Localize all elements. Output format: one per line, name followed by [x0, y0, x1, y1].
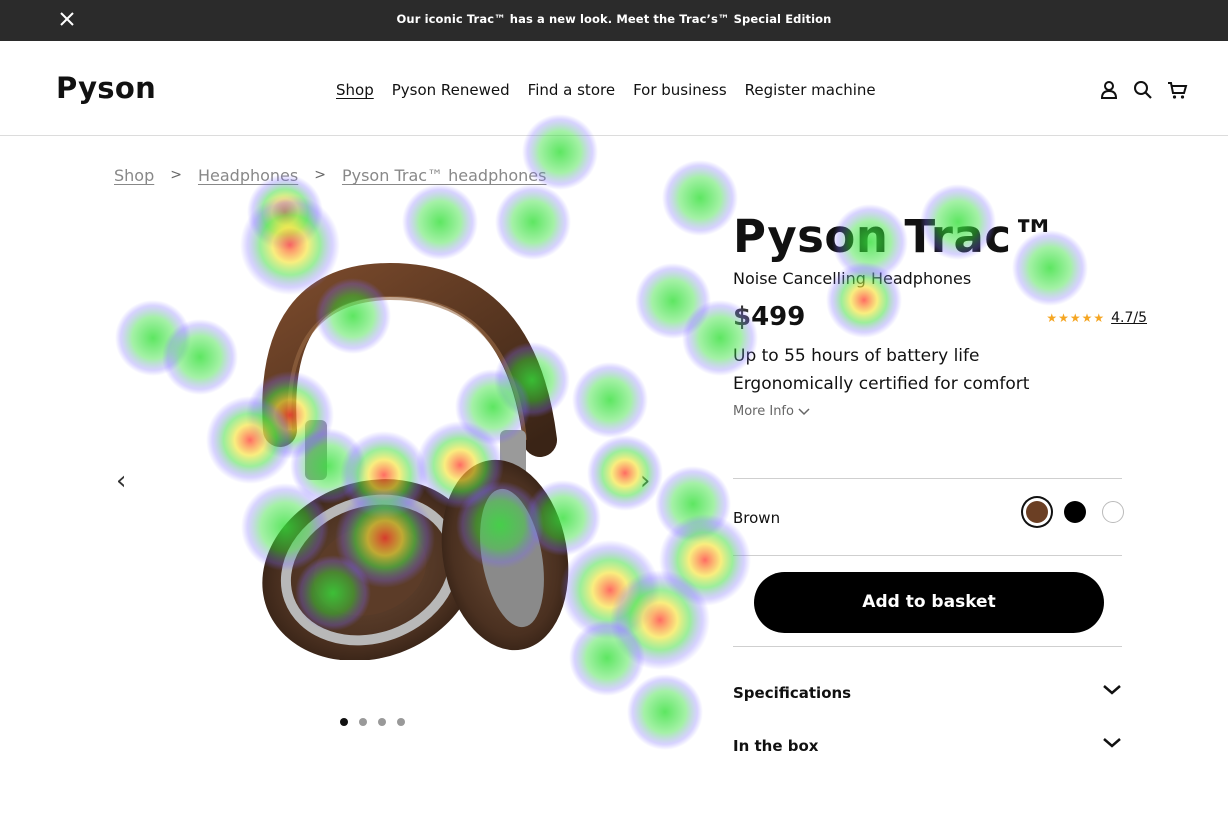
- feature-battery: Up to 55 hours of battery life: [733, 346, 980, 366]
- logo[interactable]: Pyson: [56, 71, 156, 105]
- accordion-specifications[interactable]: Specifications: [733, 684, 1122, 702]
- breadcrumb-headphones[interactable]: Headphones: [198, 166, 298, 185]
- main-nav: Shop Pyson Renewed Find a store For busi…: [336, 81, 876, 99]
- star-rating-icon: ★★★★★: [1046, 311, 1106, 325]
- swatch-white[interactable]: [1102, 501, 1124, 523]
- nav-register-machine[interactable]: Register machine: [745, 81, 876, 99]
- color-swatches: [1020, 501, 1124, 523]
- accordion-in-the-box[interactable]: In the box: [733, 737, 1122, 755]
- breadcrumb-separator-icon: >: [314, 167, 326, 183]
- gallery-dot[interactable]: [340, 718, 348, 726]
- announcement-bar: Our iconic Trac™ has a new look. Meet th…: [0, 0, 1228, 41]
- divider: [733, 555, 1122, 556]
- breadcrumb-separator-icon: >: [170, 167, 182, 183]
- chevron-down-icon: [1103, 685, 1121, 695]
- more-info-toggle[interactable]: More Info: [733, 404, 810, 419]
- divider: [733, 646, 1122, 647]
- chevron-left-icon[interactable]: ‹: [116, 466, 126, 496]
- nav-pyson-renewed[interactable]: Pyson Renewed: [392, 81, 510, 99]
- add-to-basket-button[interactable]: Add to basket: [754, 572, 1104, 633]
- header-icons: [1098, 79, 1188, 101]
- breadcrumb: Shop > Headphones > Pyson Trac™ headphon…: [114, 166, 546, 185]
- feature-comfort: Ergonomically certified for comfort: [733, 374, 1030, 394]
- search-icon[interactable]: [1132, 79, 1154, 101]
- breadcrumb-shop[interactable]: Shop: [114, 166, 154, 185]
- nav-for-business[interactable]: For business: [633, 81, 727, 99]
- gallery-dot[interactable]: [359, 718, 367, 726]
- selected-color-label: Brown: [733, 509, 781, 527]
- gallery-dot[interactable]: [397, 718, 405, 726]
- product-image: [262, 262, 569, 660]
- accordion-specifications-label: Specifications: [733, 684, 852, 702]
- breadcrumb-product[interactable]: Pyson Trac™ headphones: [342, 166, 547, 185]
- product-rating: ★★★★★ 4.7/5: [1046, 310, 1147, 326]
- more-info-label: More Info: [733, 404, 794, 419]
- accordion-in-the-box-label: In the box: [733, 737, 819, 755]
- price-value: 499: [751, 302, 806, 332]
- nav-shop[interactable]: Shop: [336, 81, 374, 99]
- announcement-text[interactable]: Our iconic Trac™ has a new look. Meet th…: [0, 12, 1228, 26]
- chevron-right-icon[interactable]: ›: [640, 466, 650, 496]
- gallery-dot[interactable]: [378, 718, 386, 726]
- site-header: Pyson Shop Pyson Renewed Find a store Fo…: [0, 41, 1228, 136]
- chevron-down-icon: [798, 407, 810, 415]
- product-title: Pyson Trac™: [733, 210, 1058, 263]
- product-details: Pyson Trac™ Noise Cancelling Headphones …: [733, 210, 1153, 419]
- divider: [733, 478, 1122, 479]
- product-subtitle: Noise Cancelling Headphones: [733, 269, 972, 288]
- nav-find-a-store[interactable]: Find a store: [528, 81, 615, 99]
- account-icon[interactable]: [1098, 79, 1120, 101]
- chevron-down-icon: [1103, 738, 1121, 748]
- currency-symbol: $: [733, 302, 752, 332]
- rating-score[interactable]: 4.7/5: [1111, 310, 1147, 326]
- price-row: $499 ★★★★★ 4.7/5: [733, 302, 1153, 342]
- swatch-black[interactable]: [1064, 501, 1086, 523]
- product-price: $499: [733, 302, 805, 332]
- swatch-brown[interactable]: [1026, 501, 1048, 523]
- cart-icon[interactable]: [1166, 79, 1188, 101]
- gallery-dots: [340, 718, 405, 726]
- product-gallery: ‹ ›: [110, 200, 670, 740]
